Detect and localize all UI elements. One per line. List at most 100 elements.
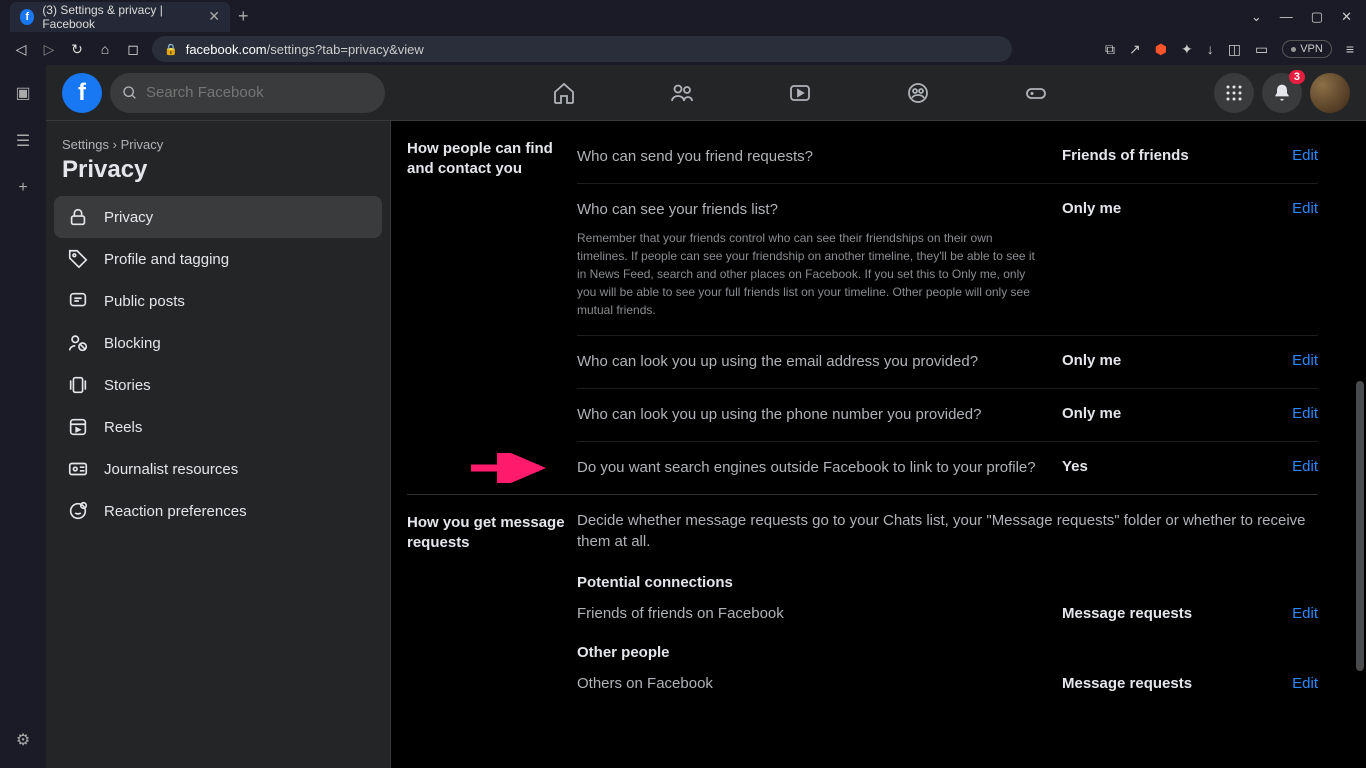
browser-side-rail: ▣ ☰ + ⚙ bbox=[0, 65, 46, 768]
search-field[interactable] bbox=[146, 84, 373, 101]
window-controls: ⌄ — ▢ ✕ bbox=[1251, 9, 1366, 25]
tab-title: (3) Settings & privacy | Facebook bbox=[42, 3, 200, 31]
reaction-icon bbox=[66, 500, 90, 522]
setting-row: Friends of friends on Facebook Message r… bbox=[577, 591, 1318, 636]
settings-gear-icon[interactable]: ⚙ bbox=[16, 730, 30, 750]
section-label: How you get message requests bbox=[407, 505, 577, 706]
address-bar[interactable]: 🔒 facebook.com/settings?tab=privacy&view bbox=[152, 36, 1012, 62]
menu-icon[interactable]: ≡ bbox=[1346, 41, 1354, 57]
vpn-button[interactable]: VPN bbox=[1282, 40, 1332, 58]
setting-value: Message requests bbox=[1062, 675, 1262, 692]
new-tab-button[interactable]: + bbox=[238, 6, 249, 27]
sidebar-item-blocking[interactable]: Blocking bbox=[54, 322, 382, 364]
setting-question: Friends of friends on Facebook bbox=[577, 605, 1046, 622]
setting-value: Only me bbox=[1062, 352, 1262, 369]
nav-groups[interactable] bbox=[863, 69, 973, 117]
sidebar-item-label: Public posts bbox=[104, 293, 185, 310]
open-external-icon[interactable]: ⧉ bbox=[1105, 41, 1115, 58]
scrollbar[interactable] bbox=[1354, 121, 1366, 768]
edit-link[interactable]: Edit bbox=[1278, 605, 1318, 622]
back-button[interactable]: ◁ bbox=[12, 41, 30, 58]
menu-grid-button[interactable] bbox=[1214, 73, 1254, 113]
home-button[interactable]: ⌂ bbox=[96, 41, 114, 57]
sidebar-item-public-posts[interactable]: Public posts bbox=[54, 280, 382, 322]
download-icon[interactable]: ↓ bbox=[1207, 41, 1214, 57]
edit-link[interactable]: Edit bbox=[1278, 352, 1318, 369]
extensions-icon[interactable]: ✦ bbox=[1181, 41, 1193, 58]
sidebar-item-profile-tagging[interactable]: Profile and tagging bbox=[54, 238, 382, 280]
browser-tab[interactable]: f (3) Settings & privacy | Facebook ✕ bbox=[10, 2, 230, 32]
scrollbar-thumb[interactable] bbox=[1356, 381, 1364, 671]
subheading: Potential connections bbox=[577, 566, 1318, 591]
nav-home[interactable] bbox=[509, 69, 619, 117]
add-panel-icon[interactable]: + bbox=[18, 179, 27, 197]
sidebar-item-journalist[interactable]: Journalist resources bbox=[54, 448, 382, 490]
fb-logo[interactable]: f bbox=[62, 73, 102, 113]
sidebar-item-label: Profile and tagging bbox=[104, 251, 229, 268]
address-bar-row: ◁ ▷ ↻ ⌂ ◻ 🔒 facebook.com/settings?tab=pr… bbox=[0, 33, 1366, 65]
lock-icon bbox=[66, 206, 90, 228]
setting-value: Friends of friends bbox=[1062, 147, 1262, 164]
setting-row: Do you want search engines outside Faceb… bbox=[577, 442, 1318, 494]
wallet-icon[interactable]: ▭ bbox=[1255, 41, 1268, 58]
setting-row: Who can look you up using the phone numb… bbox=[577, 389, 1318, 442]
maximize-icon[interactable]: ▢ bbox=[1311, 9, 1323, 25]
setting-question: Who can see your friends list?Remember t… bbox=[577, 200, 1046, 318]
breadcrumb[interactable]: Settings › Privacy bbox=[54, 137, 382, 152]
stories-icon bbox=[66, 374, 90, 396]
reload-button[interactable]: ↻ bbox=[68, 41, 86, 58]
subheading: Other people bbox=[577, 636, 1318, 661]
search-icon bbox=[122, 85, 138, 101]
facebook-app: f 3 Settings › Privacy Privacy bbox=[46, 65, 1366, 768]
sidebar-item-label: Journalist resources bbox=[104, 461, 238, 478]
tab-close-icon[interactable]: ✕ bbox=[208, 8, 220, 25]
nav-gaming[interactable] bbox=[981, 69, 1091, 117]
id-icon bbox=[66, 458, 90, 480]
profile-avatar[interactable] bbox=[1310, 73, 1350, 113]
browser-chrome: f (3) Settings & privacy | Facebook ✕ + … bbox=[0, 0, 1366, 65]
bookmark-icon[interactable]: ◻ bbox=[124, 41, 142, 58]
shield-icon[interactable]: ⬢ bbox=[1155, 41, 1167, 58]
setting-value: Yes bbox=[1062, 458, 1262, 475]
block-icon bbox=[66, 332, 90, 354]
setting-value: Only me bbox=[1062, 405, 1262, 422]
favicon-icon: f bbox=[20, 9, 34, 25]
sidebar-item-label: Stories bbox=[104, 377, 151, 394]
reels-icon bbox=[66, 416, 90, 438]
edit-link[interactable]: Edit bbox=[1278, 675, 1318, 692]
section-label: How people can find and contact you bbox=[407, 131, 577, 494]
notification-badge: 3 bbox=[1289, 70, 1305, 84]
reading-list-icon[interactable]: ☰ bbox=[16, 131, 30, 151]
search-input[interactable] bbox=[110, 73, 385, 113]
nav-watch[interactable] bbox=[745, 69, 855, 117]
section-intro: Decide whether message requests go to yo… bbox=[577, 505, 1318, 566]
sidebar-item-label: Reels bbox=[104, 419, 142, 436]
share-icon[interactable]: ↗ bbox=[1129, 41, 1141, 58]
forward-button[interactable]: ▷ bbox=[40, 41, 58, 58]
edit-link[interactable]: Edit bbox=[1278, 458, 1318, 475]
sidebar-item-reels[interactable]: Reels bbox=[54, 406, 382, 448]
sidebar-item-privacy[interactable]: Privacy bbox=[54, 196, 382, 238]
setting-question: Others on Facebook bbox=[577, 675, 1046, 692]
url-text: facebook.com/settings?tab=privacy&view bbox=[186, 42, 424, 57]
sidebar-item-reactions[interactable]: Reaction preferences bbox=[54, 490, 382, 532]
setting-row: Others on Facebook Message requests Edit bbox=[577, 661, 1318, 706]
chevron-down-icon[interactable]: ⌄ bbox=[1251, 9, 1262, 25]
minimize-icon[interactable]: — bbox=[1280, 9, 1293, 25]
panel-toggle-icon[interactable]: ▣ bbox=[15, 83, 30, 103]
privacy-main: How people can find and contact you Who … bbox=[391, 121, 1366, 768]
edit-link[interactable]: Edit bbox=[1278, 200, 1318, 217]
edit-link[interactable]: Edit bbox=[1278, 147, 1318, 164]
section-message-requests: How you get message requests Decide whet… bbox=[407, 495, 1318, 706]
sidebar-item-stories[interactable]: Stories bbox=[54, 364, 382, 406]
notifications-button[interactable]: 3 bbox=[1262, 73, 1302, 113]
panel-icon[interactable]: ◫ bbox=[1228, 41, 1241, 58]
tab-bar: f (3) Settings & privacy | Facebook ✕ + … bbox=[0, 0, 1366, 33]
page-title: Privacy bbox=[54, 152, 382, 196]
edit-link[interactable]: Edit bbox=[1278, 405, 1318, 422]
close-window-icon[interactable]: ✕ bbox=[1341, 9, 1352, 25]
setting-subtext: Remember that your friends control who c… bbox=[577, 229, 1046, 319]
settings-sidebar: Settings › Privacy Privacy Privacy Profi… bbox=[46, 121, 391, 768]
setting-question: Who can send you friend requests? bbox=[577, 147, 1046, 167]
nav-friends[interactable] bbox=[627, 69, 737, 117]
